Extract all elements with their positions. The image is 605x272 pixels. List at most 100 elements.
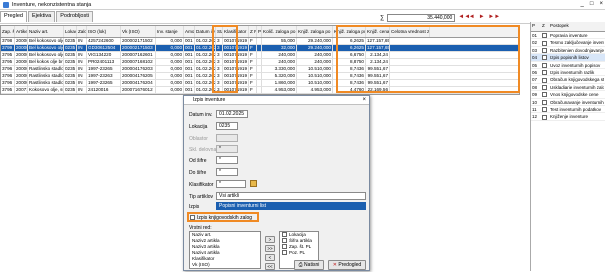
tab-podrobljosti[interactable]: Podrobljosti: [56, 11, 93, 22]
checkbox-box[interactable]: [542, 62, 547, 68]
table-cell: 0,000: [156, 87, 184, 93]
procedure-row[interactable]: 03 Razbitenien dovodnjavanje inventure: [531, 47, 605, 55]
move-arrow-button[interactable]: >>: [265, 245, 275, 252]
checkbox-box[interactable]: [542, 99, 547, 105]
first-record-button[interactable]: ◄◄: [458, 14, 470, 21]
procedure-checkbox[interactable]: [541, 113, 549, 120]
checkbox-box[interactable]: [282, 232, 287, 238]
table-cell: 6,6750: [333, 52, 366, 58]
table-row[interactable]: 3796200004Rastlinsko stadlo, surovi0235I…: [1, 73, 519, 80]
grid-header-col[interactable]: Datum inv.: [195, 26, 216, 37]
checkbox-box[interactable]: [542, 33, 547, 39]
procedure-row[interactable]: 06 Izpis inventurnih razlik: [531, 69, 605, 77]
checkbox-box[interactable]: [542, 40, 547, 46]
procedure-row[interactable]: 11 Test inventurnih podatkov: [531, 106, 605, 114]
checkbox-box[interactable]: [542, 85, 547, 91]
grid-header-col[interactable]: Vk (ISO): [121, 26, 156, 37]
grid-header-col[interactable]: Knjiž. zaloga po kalk.: [333, 26, 366, 37]
checkbox-box[interactable]: [542, 70, 547, 76]
available-sort-list[interactable]: Naziv art. Naziv2 artikla Naziv3 artikla Na…: [189, 231, 261, 269]
procedure-checkbox[interactable]: [541, 84, 549, 91]
grid-header-col[interactable]: Knjiž. cena: [366, 26, 390, 37]
procedure-checkbox[interactable]: [541, 47, 549, 54]
procedure-row[interactable]: 09 Vnos knjigovodske cene: [531, 91, 605, 99]
procedure-row[interactable]: 10 Obračunavanje inventurnih: [531, 99, 605, 106]
move-arrow-button[interactable]: <: [265, 254, 275, 261]
grid-header-col[interactable]: Celotna vrednost zaloge: [390, 26, 430, 37]
procedure-row[interactable]: 04 Izpis popisnih listov: [531, 54, 605, 62]
print-button[interactable]: ⎙ Natisni: [294, 260, 324, 270]
grid-header-col[interactable]: Naziv art.: [28, 26, 64, 37]
table-row[interactable]: 3795200007Bel kokosovo olje, surovi0235I…: [1, 52, 519, 59]
procedure-row[interactable]: 01 Popravia inventure: [531, 32, 605, 40]
checkbox-box[interactable]: [542, 107, 547, 113]
folder-icon[interactable]: [250, 180, 257, 187]
knjigovodske-zaloge-checkbox[interactable]: Izpis knjigovodskih zalog: [187, 212, 259, 222]
grid-header-col[interactable]: Količ. zaloga po knj.: [262, 26, 297, 37]
preview-button[interactable]: ✕ Predogled: [328, 260, 366, 270]
close-button[interactable]: ×: [599, 1, 603, 7]
table-row[interactable]: 3798200002Bel kokosovo olje, surovi0235I…: [1, 38, 519, 45]
procedure-checkbox[interactable]: [541, 54, 549, 61]
checkbox-box[interactable]: [542, 77, 547, 83]
move-arrow-button[interactable]: >: [265, 236, 275, 243]
checkbox-box[interactable]: [282, 238, 287, 244]
procedure-checkbox[interactable]: [541, 91, 549, 98]
od-sifre-input[interactable]: *: [216, 156, 238, 164]
sort-option[interactable]: Vk (ISO): [190, 262, 260, 268]
grid-header-col[interactable]: Knjiž. zaloga po knjiž.: [297, 26, 333, 37]
datum-input[interactable]: 01.02.2025: [216, 110, 248, 118]
next-record-button[interactable]: ►: [478, 14, 485, 21]
table-row[interactable]: 3799200002Bel kokosovo olje, surovi0235I…: [1, 45, 519, 52]
dialog-close-icon[interactable]: ×: [362, 97, 366, 103]
checkbox-box[interactable]: [190, 215, 195, 221]
procedure-row[interactable]: 07 Obračun knjigovodskega stanja: [531, 76, 605, 84]
procedure-checkbox[interactable]: [541, 76, 549, 83]
checkbox-box[interactable]: [542, 55, 547, 61]
minimize-button[interactable]: _: [581, 1, 584, 7]
grid-header-col[interactable]: Lokacija: [64, 26, 77, 37]
sort-selected-label: Zap. št. PL: [289, 244, 312, 249]
procedure-row[interactable]: 02 Tesmo zaključevanje inventure: [531, 39, 605, 47]
grid-header-col[interactable]: Inv. stanje: [156, 26, 184, 37]
checkbox-box[interactable]: [282, 244, 287, 250]
lokacija-input[interactable]: 0235: [216, 122, 238, 130]
procedure-row[interactable]: 12 Knjiženje inventure: [531, 113, 605, 121]
sum-field[interactable]: 35.440,000: [387, 13, 456, 22]
checkbox-box[interactable]: [542, 114, 547, 120]
table-row[interactable]: 3795200007Bel kokos olje brez vonja0235I…: [1, 59, 519, 66]
move-arrow-button[interactable]: <<: [265, 263, 275, 270]
procedure-checkbox[interactable]: [541, 106, 549, 113]
procedure-checkbox[interactable]: [541, 99, 549, 105]
table-row[interactable]: 3796200004Rastlinsko stadlo, surovi0235I…: [1, 80, 519, 87]
procedure-row[interactable]: 05 Uvoz inventurnih popisov: [531, 62, 605, 69]
grid-header-col[interactable]: Zap. št.: [1, 26, 15, 37]
checkbox-box[interactable]: [542, 48, 547, 54]
grid-header-col[interactable]: Zaloga: [77, 26, 87, 37]
tab-ejektiva[interactable]: Ejektiva: [27, 11, 56, 22]
procedure-checkbox[interactable]: [541, 69, 549, 76]
table-row[interactable]: 3796200004Rastlinsko stadlo, surovi0235I…: [1, 66, 519, 73]
procedure-row[interactable]: 08 Uskladiarie inventurnih zalog: [531, 84, 605, 92]
grid-header-col[interactable]: Status: [216, 26, 223, 37]
procedure-checkbox[interactable]: [541, 62, 549, 68]
klasifikator-input[interactable]: *: [216, 180, 246, 188]
do-sifre-input[interactable]: *: [216, 168, 238, 176]
sort-selected-item[interactable]: Poz. PL: [280, 250, 318, 256]
last-record-button[interactable]: ►►: [488, 14, 500, 21]
procedure-checkbox[interactable]: [541, 39, 549, 46]
grid-header-col[interactable]: Amorti: [184, 26, 195, 37]
grid-header-col[interactable]: Klasifikator art.: [223, 26, 249, 37]
izpis-select[interactable]: Popisni inventurni list: [216, 202, 366, 210]
tab-pregled[interactable]: Pregled: [0, 11, 27, 22]
grid-header-col[interactable]: Z Poz.: [249, 26, 257, 37]
grid-header-col[interactable]: ISO (lok): [87, 26, 121, 37]
checkbox-box[interactable]: [542, 92, 547, 98]
tip-select[interactable]: Vsi artikli: [216, 192, 366, 200]
prev-record-button[interactable]: ◄: [468, 14, 475, 21]
checkbox-box[interactable]: [282, 250, 287, 256]
grid-header-col[interactable]: Artikel: [15, 26, 28, 37]
table-row[interactable]: 3795200716Kokosovo olje, surovina0235IN2…: [1, 87, 519, 94]
procedure-checkbox[interactable]: [541, 32, 549, 39]
maximize-button[interactable]: □: [590, 1, 594, 7]
